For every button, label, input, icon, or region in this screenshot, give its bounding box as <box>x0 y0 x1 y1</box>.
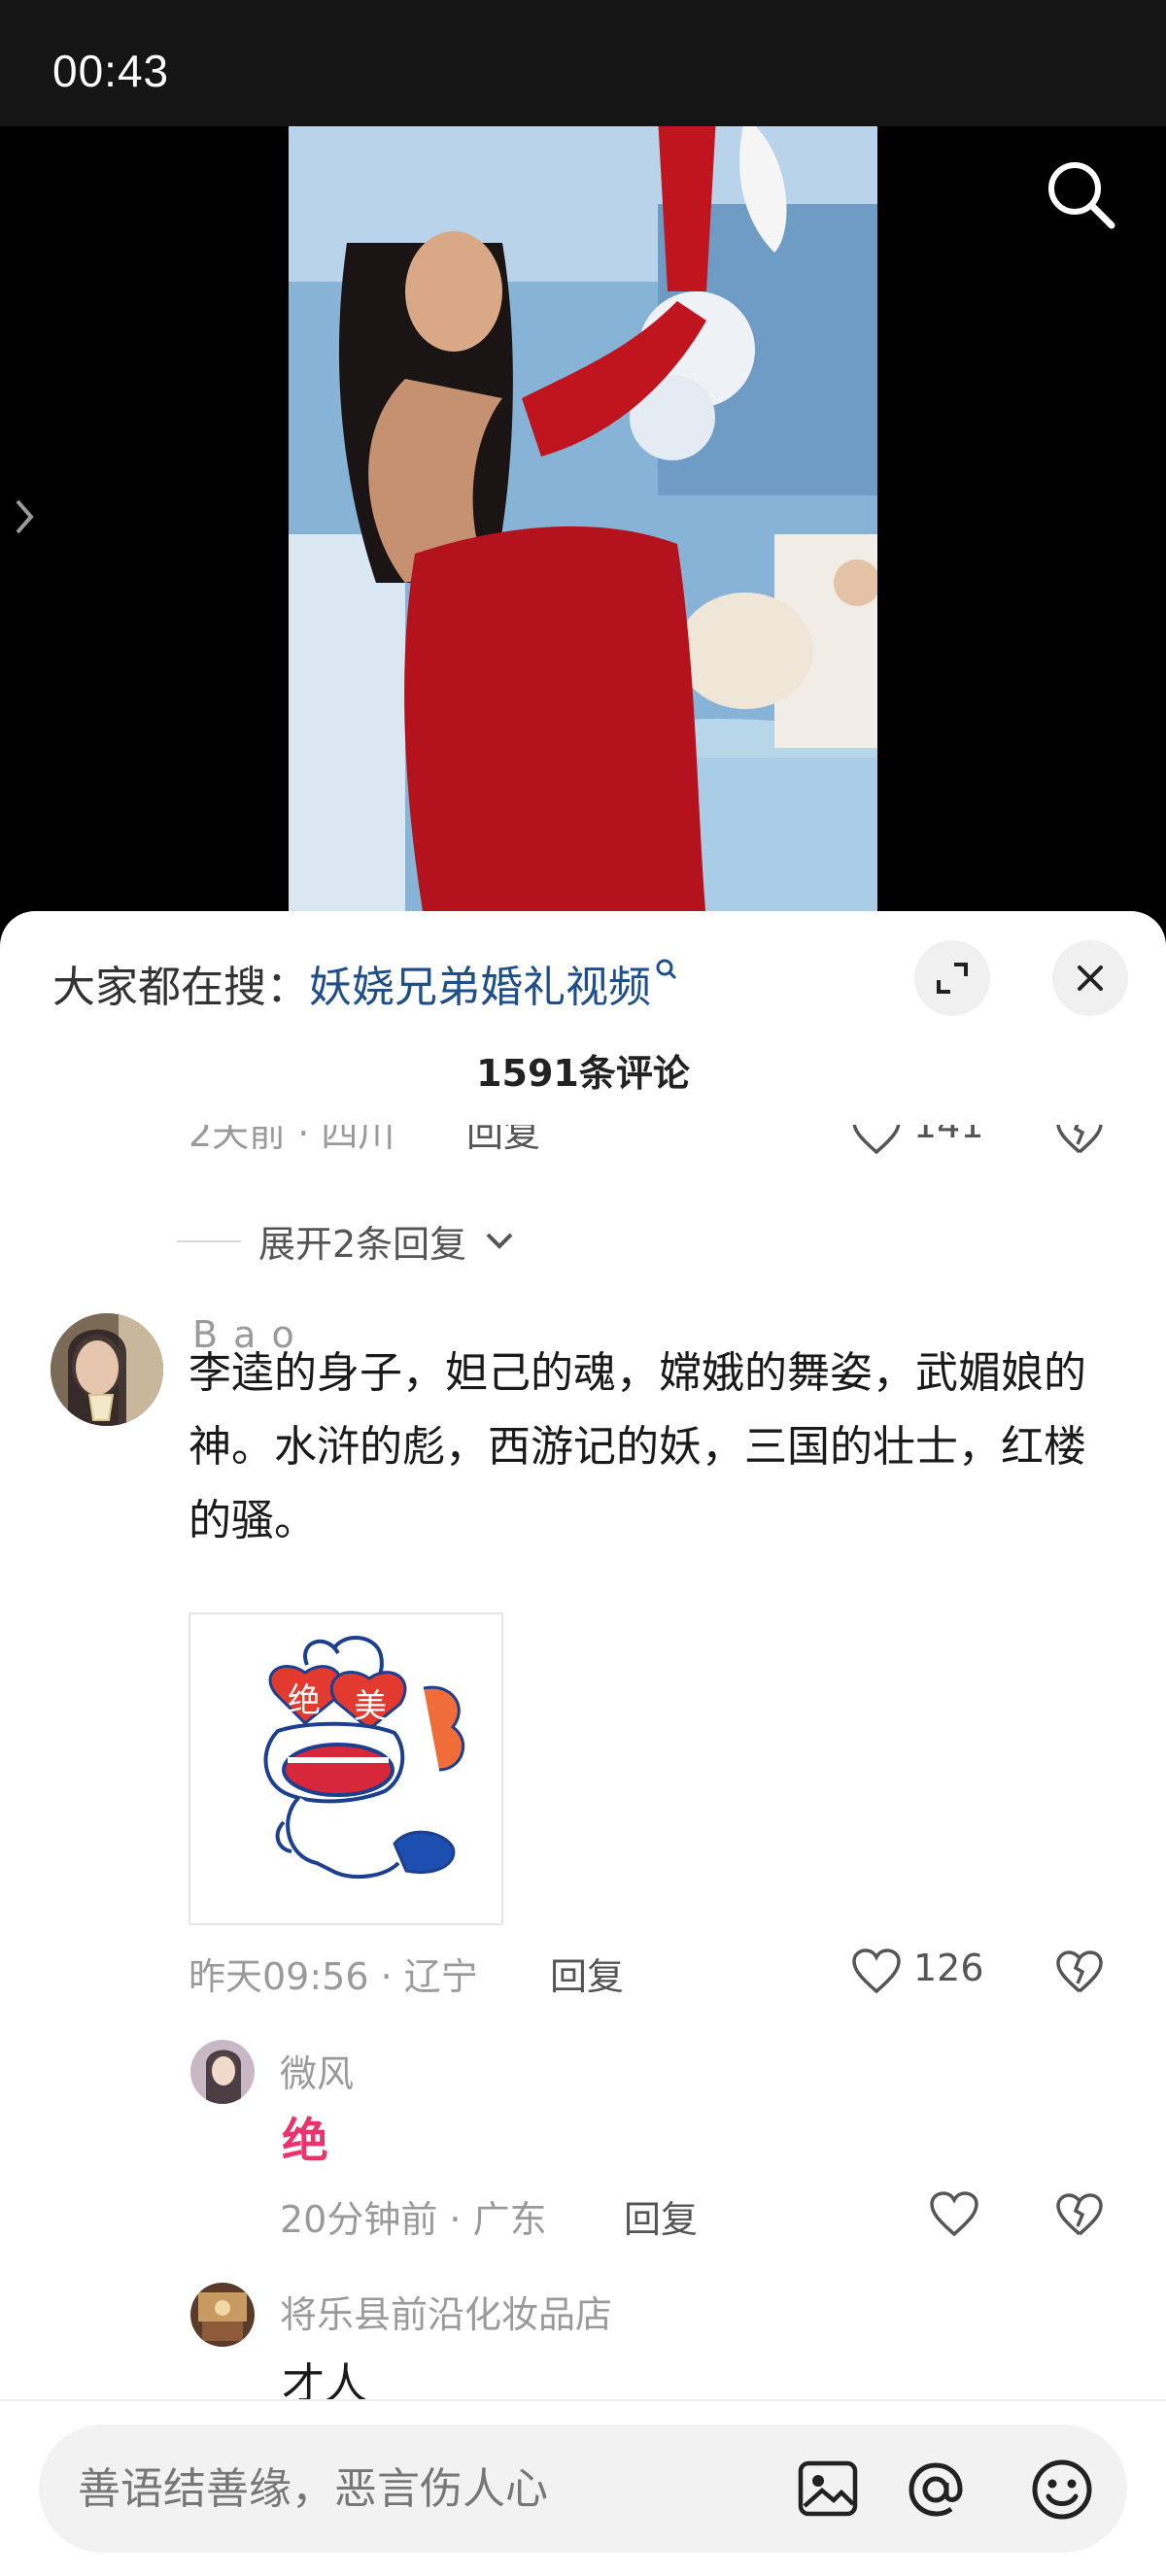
sticker-text-1: 绝 <box>288 1681 321 1720</box>
broken-heart-icon[interactable] <box>1055 1950 1104 1995</box>
reply-username[interactable]: 将乐县前沿化妆品店 <box>280 2285 612 2338</box>
partial-reply-button[interactable]: 回复 <box>466 1125 540 1157</box>
chevron-right-icon <box>16 499 34 534</box>
trending-search[interactable]: 大家都在搜：妖娆兄弟婚礼视频 <box>52 952 678 1014</box>
comment-input[interactable] <box>78 2454 758 2524</box>
emoji-icon[interactable] <box>1030 2457 1094 2522</box>
broken-heart-icon[interactable] <box>1055 2193 1104 2238</box>
partial-comment-meta: 2天前 · 四川 回复 141 <box>0 1125 1166 1171</box>
chevron-down-icon <box>486 1233 513 1249</box>
avatar-image <box>190 2283 255 2347</box>
search-small-icon <box>656 959 677 980</box>
trending-prefix: 大家都在搜： <box>52 963 309 1012</box>
expand-replies-label: 展开2条回复 <box>258 1223 467 1266</box>
search-icon <box>1048 162 1115 229</box>
partial-comment-time: 2天前 · 四川 <box>189 1125 395 1155</box>
expand-icon <box>937 963 968 994</box>
avatar-image <box>190 2040 255 2104</box>
comment-input-container[interactable] <box>39 2424 1127 2553</box>
sticker-text-2: 美 <box>354 1687 387 1726</box>
comment-count-title: 1591条评论 <box>476 1052 690 1095</box>
reply-button[interactable]: 回复 <box>550 1947 624 2000</box>
expand-replies-button[interactable]: 展开2条回复 <box>177 1214 515 1268</box>
comment-time: 昨天09:56 · 辽宁 <box>189 1955 478 1998</box>
broken-heart-icon[interactable] <box>1055 1125 1104 1156</box>
reply-time: 20分钟前 · 广东 <box>280 2198 547 2241</box>
video-frame[interactable] <box>289 126 877 923</box>
partial-like-count: 141 <box>913 1125 984 1146</box>
heart-icon[interactable] <box>851 1125 902 1156</box>
side-panel-toggle[interactable] <box>10 495 39 538</box>
close-button[interactable] <box>1052 940 1128 1016</box>
comment-sheet: 大家都在搜：妖娆兄弟婚礼视频 1591条评论 2天前 · 四川 回复 141 展… <box>0 911 1166 2576</box>
image-icon[interactable] <box>797 2459 859 2518</box>
reply-button[interactable]: 回复 <box>624 2189 698 2243</box>
at-mention-icon[interactable] <box>904 2457 968 2522</box>
close-icon <box>1078 966 1103 991</box>
search-button[interactable] <box>1042 155 1119 233</box>
like-count: 126 <box>913 1947 984 1989</box>
status-bar: 00:43 <box>0 0 1166 126</box>
video-player[interactable] <box>0 126 1166 923</box>
trending-keyword[interactable]: 妖娆兄弟婚礼视频 <box>309 963 651 1012</box>
expand-button[interactable] <box>914 940 990 1016</box>
heart-icon[interactable] <box>929 2191 979 2238</box>
avatar[interactable] <box>51 1313 163 1426</box>
reply-text: 绝 <box>282 2114 329 2168</box>
avatar-image <box>51 1313 163 1426</box>
divider-line <box>177 1239 241 1242</box>
status-time: 00:43 <box>52 46 170 96</box>
video-thumbnail <box>289 126 877 923</box>
avatar[interactable] <box>190 2283 255 2347</box>
heart-icon[interactable] <box>851 1949 902 1995</box>
comment-text: 李逵的身子，妲己的魂，嫦娥的舞姿，武媚娘的神。水浒的彪，西游记的妖，三国的壮士，… <box>189 1348 1086 1545</box>
avatar[interactable] <box>190 2040 255 2104</box>
sticker-graphic: 绝 美 <box>263 1636 465 1880</box>
comment-input-bar <box>0 2399 1166 2576</box>
reply-username[interactable]: 微风 <box>280 2044 354 2097</box>
sticker-image[interactable]: 绝 美 <box>189 1612 503 1925</box>
